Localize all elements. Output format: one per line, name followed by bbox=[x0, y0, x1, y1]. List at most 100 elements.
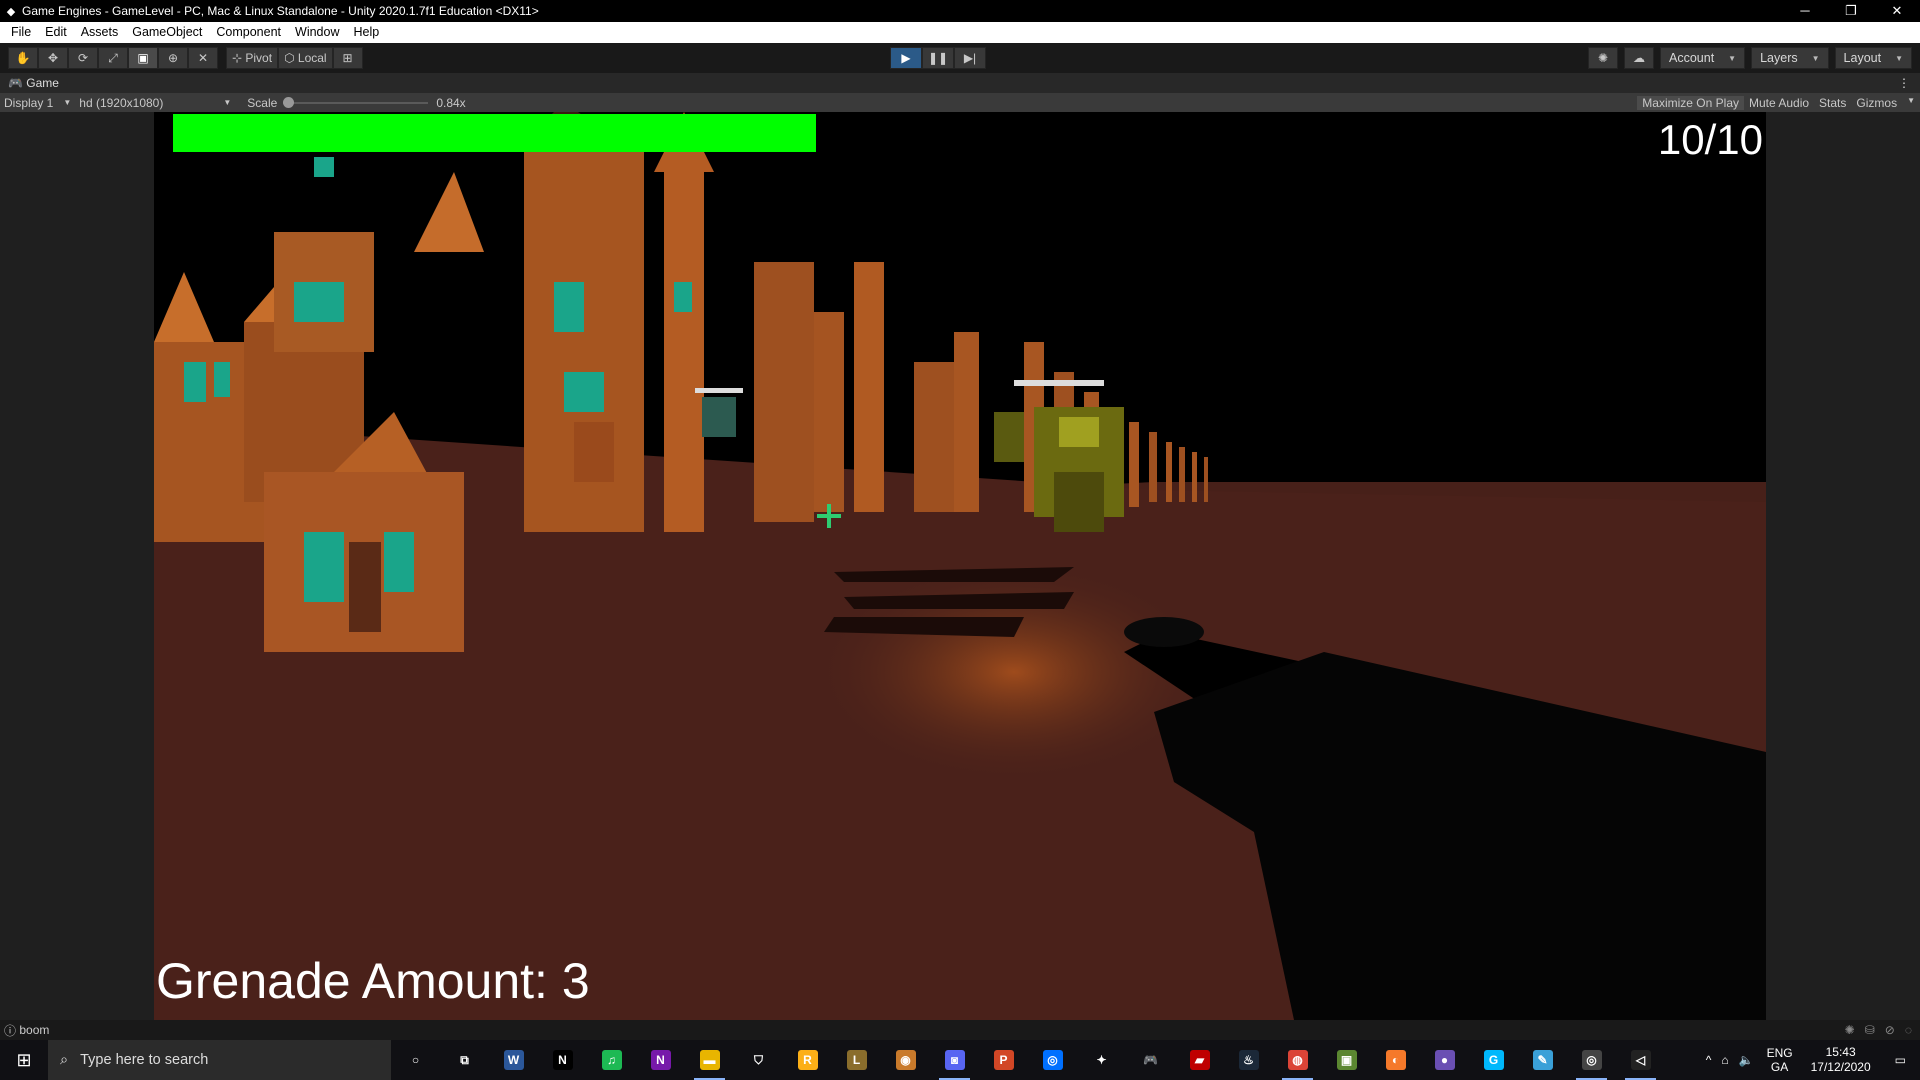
collab-status-icon[interactable]: ⊘ bbox=[1885, 1023, 1895, 1037]
grid-snap-button[interactable]: ⊞ bbox=[332, 47, 363, 69]
game-tab-label: Game bbox=[26, 76, 59, 90]
system-tray: ^ ⌂ 🔈 ENG GA 15:43 17/12/2020 ▭ bbox=[1701, 1040, 1920, 1080]
menu-file[interactable]: File bbox=[4, 22, 38, 43]
rotate-tool-button[interactable]: ⟳ bbox=[68, 47, 98, 69]
menu-window[interactable]: Window bbox=[288, 22, 346, 43]
more-options-icon[interactable]: ⋮ bbox=[1898, 76, 1910, 90]
scale-label: Scale bbox=[247, 95, 278, 110]
rect-tool-button[interactable]: ▣ bbox=[128, 47, 158, 69]
display-dropdown[interactable]: Display 1 ▼ bbox=[0, 96, 75, 110]
console-status-bar[interactable]: ⓘ boom ✺ ⛁ ⊘ ◌ bbox=[0, 1020, 1920, 1040]
menu-help[interactable]: Help bbox=[346, 22, 386, 43]
clock[interactable]: 15:43 17/12/2020 bbox=[1801, 1045, 1881, 1075]
taskbar-app-cortana[interactable]: ○ bbox=[391, 1040, 440, 1080]
chevron-down-icon[interactable]: ▼ bbox=[1902, 96, 1920, 110]
game-view-toggles: Maximize On Play Mute Audio Stats Gizmos… bbox=[1637, 95, 1920, 110]
lang-top: ENG bbox=[1766, 1046, 1793, 1060]
chevron-down-icon: ▼ bbox=[1895, 53, 1903, 63]
maximize-on-play-toggle[interactable]: Maximize On Play bbox=[1637, 95, 1744, 110]
step-button[interactable]: ▶| bbox=[954, 47, 986, 69]
stats-toggle[interactable]: Stats bbox=[1814, 96, 1851, 110]
transform-tool-button[interactable]: ⊕ bbox=[158, 47, 188, 69]
taskbar-app-unity-hub[interactable]: ◎ bbox=[1567, 1040, 1616, 1080]
start-button[interactable]: ⊞ bbox=[0, 1040, 48, 1080]
menu-edit[interactable]: Edit bbox=[38, 22, 74, 43]
chevron-down-icon: ▼ bbox=[1728, 53, 1737, 63]
clock-time: 15:43 bbox=[1825, 1045, 1856, 1059]
lang-bottom: GA bbox=[1770, 1060, 1789, 1074]
cloud-button[interactable]: ☁ bbox=[1624, 47, 1654, 69]
gizmos-toggle[interactable]: Gizmos bbox=[1851, 96, 1902, 110]
game-view-tab[interactable]: 🎮 Game ⋮ bbox=[0, 73, 1920, 93]
taskbar-app-powerpoint[interactable]: P bbox=[979, 1040, 1028, 1080]
taskbar-app-steam[interactable]: ♨ bbox=[1224, 1040, 1273, 1080]
custom-tool-button[interactable]: ✕ bbox=[188, 47, 218, 69]
pivot-label: Pivot bbox=[245, 51, 273, 65]
taskbar-app-league[interactable]: L bbox=[832, 1040, 881, 1080]
progress-icon[interactable]: ◌ bbox=[1905, 1023, 1912, 1037]
account-dropdown[interactable]: Account ▼ bbox=[1660, 47, 1746, 69]
cache-icon[interactable]: ⛁ bbox=[1865, 1023, 1875, 1037]
pause-button[interactable]: ❚❚ bbox=[922, 47, 954, 69]
minimize-button[interactable]: ─ bbox=[1782, 0, 1828, 22]
network-icon[interactable]: ⌂ bbox=[1716, 1053, 1733, 1067]
game-view-controls: Display 1 ▼ hd (1920x1080) ▼ Scale 0.84x… bbox=[0, 93, 1920, 112]
blender-icon: ◐ bbox=[1385, 1050, 1406, 1070]
close-button[interactable]: ✕ bbox=[1874, 0, 1920, 22]
mute-audio-toggle[interactable]: Mute Audio bbox=[1744, 96, 1814, 110]
window-title: Game Engines - GameLevel - PC, Mac & Lin… bbox=[22, 4, 539, 18]
taskbar-app-logitech[interactable]: G bbox=[1469, 1040, 1518, 1080]
taskbar-app-notepad[interactable]: ✎ bbox=[1518, 1040, 1567, 1080]
restore-button[interactable]: ❐ bbox=[1828, 0, 1874, 22]
scale-tool-button[interactable]: ⤢ bbox=[98, 47, 128, 69]
taskbar-app-shield-app[interactable]: ⛉ bbox=[734, 1040, 783, 1080]
move-tool-button[interactable]: ✥ bbox=[38, 47, 68, 69]
taskbar-app-blender[interactable]: ◐ bbox=[1371, 1040, 1420, 1080]
taskbar-app-word[interactable]: W bbox=[489, 1040, 538, 1080]
hand-tool-button[interactable]: ✋ bbox=[8, 47, 38, 69]
taskbar-app-unity[interactable]: ◁ bbox=[1616, 1040, 1665, 1080]
taskbar-app-filezilla[interactable]: ▰ bbox=[1175, 1040, 1224, 1080]
taskbar-app-rockstar[interactable]: R bbox=[783, 1040, 832, 1080]
taskbar-app-spotify[interactable]: ♫ bbox=[587, 1040, 636, 1080]
scale-slider[interactable] bbox=[283, 96, 429, 108]
rotate-icon: ⟳ bbox=[77, 51, 89, 65]
grid-icon: ⊞ bbox=[342, 51, 353, 65]
scale-slider-handle[interactable] bbox=[283, 96, 295, 108]
menu-gameobject[interactable]: GameObject bbox=[125, 22, 209, 43]
taskbar-app-chrome[interactable]: ◍ bbox=[1273, 1040, 1322, 1080]
windows-taskbar: ⊞ ⌕ Type here to search ○ ⧉ W N ♫ N ▬ ⛉ R L ◉ ◙ P ◎ ✦ 🎮… bbox=[0, 1040, 1920, 1080]
scale-value: 0.84x bbox=[436, 95, 466, 110]
chevron-up-icon[interactable]: ^ bbox=[1701, 1053, 1717, 1067]
auto-refresh-icon[interactable]: ✺ bbox=[1845, 1023, 1855, 1037]
game-viewport[interactable]: 10/10 Grenade Amount: 3 bbox=[154, 112, 1766, 1020]
play-button[interactable]: ▶ bbox=[890, 47, 922, 69]
language-indicator[interactable]: ENG GA bbox=[1759, 1046, 1801, 1074]
taskbar-app-onenote[interactable]: N bbox=[636, 1040, 685, 1080]
taskbar-app-inkscape[interactable]: ✦ bbox=[1077, 1040, 1126, 1080]
pivot-icon: ⊹ bbox=[232, 51, 246, 65]
taskbar-app-discord[interactable]: ◙ bbox=[930, 1040, 979, 1080]
notification-icon[interactable]: ▭ bbox=[1881, 1053, 1920, 1067]
taskbar-app-minecraft[interactable]: ▣ bbox=[1322, 1040, 1371, 1080]
taskbar-app-task-view[interactable]: ⧉ bbox=[440, 1040, 489, 1080]
taskbar-apps: ○ ⧉ W N ♫ N ▬ ⛉ R L ◉ ◙ P ◎ ✦ 🎮 ▰ ♨ ◍ ▣ ◐ ● G ✎ ◎ ◁ bbox=[391, 1040, 1665, 1080]
taskbar-app-uplay[interactable]: ◎ bbox=[1028, 1040, 1077, 1080]
collab-button[interactable]: ✺ bbox=[1588, 47, 1618, 69]
menu-component[interactable]: Component bbox=[209, 22, 288, 43]
taskbar-app-obs[interactable]: ● bbox=[1420, 1040, 1469, 1080]
volume-icon[interactable]: 🔈 bbox=[1734, 1053, 1759, 1067]
taskbar-app-netflix[interactable]: N bbox=[538, 1040, 587, 1080]
window-controls: ─ ❐ ✕ bbox=[1782, 0, 1920, 22]
resolution-dropdown[interactable]: hd (1920x1080) ▼ bbox=[75, 96, 235, 110]
taskbar-app-controller[interactable]: 🎮 bbox=[1126, 1040, 1175, 1080]
layout-dropdown[interactable]: Layout ▼ bbox=[1834, 47, 1912, 69]
taskbar-search[interactable]: ⌕ Type here to search bbox=[48, 1040, 391, 1080]
menu-assets[interactable]: Assets bbox=[74, 22, 126, 43]
taskbar-app-file-explorer[interactable]: ▬ bbox=[685, 1040, 734, 1080]
local-toggle[interactable]: ⬡ Local bbox=[278, 47, 333, 69]
pivot-toggle[interactable]: ⊹ Pivot bbox=[226, 47, 279, 69]
taskbar-app-origin[interactable]: ◉ bbox=[881, 1040, 930, 1080]
grenade-label: Grenade Amount: bbox=[156, 953, 548, 1009]
layers-dropdown[interactable]: Layers ▼ bbox=[1751, 47, 1829, 69]
